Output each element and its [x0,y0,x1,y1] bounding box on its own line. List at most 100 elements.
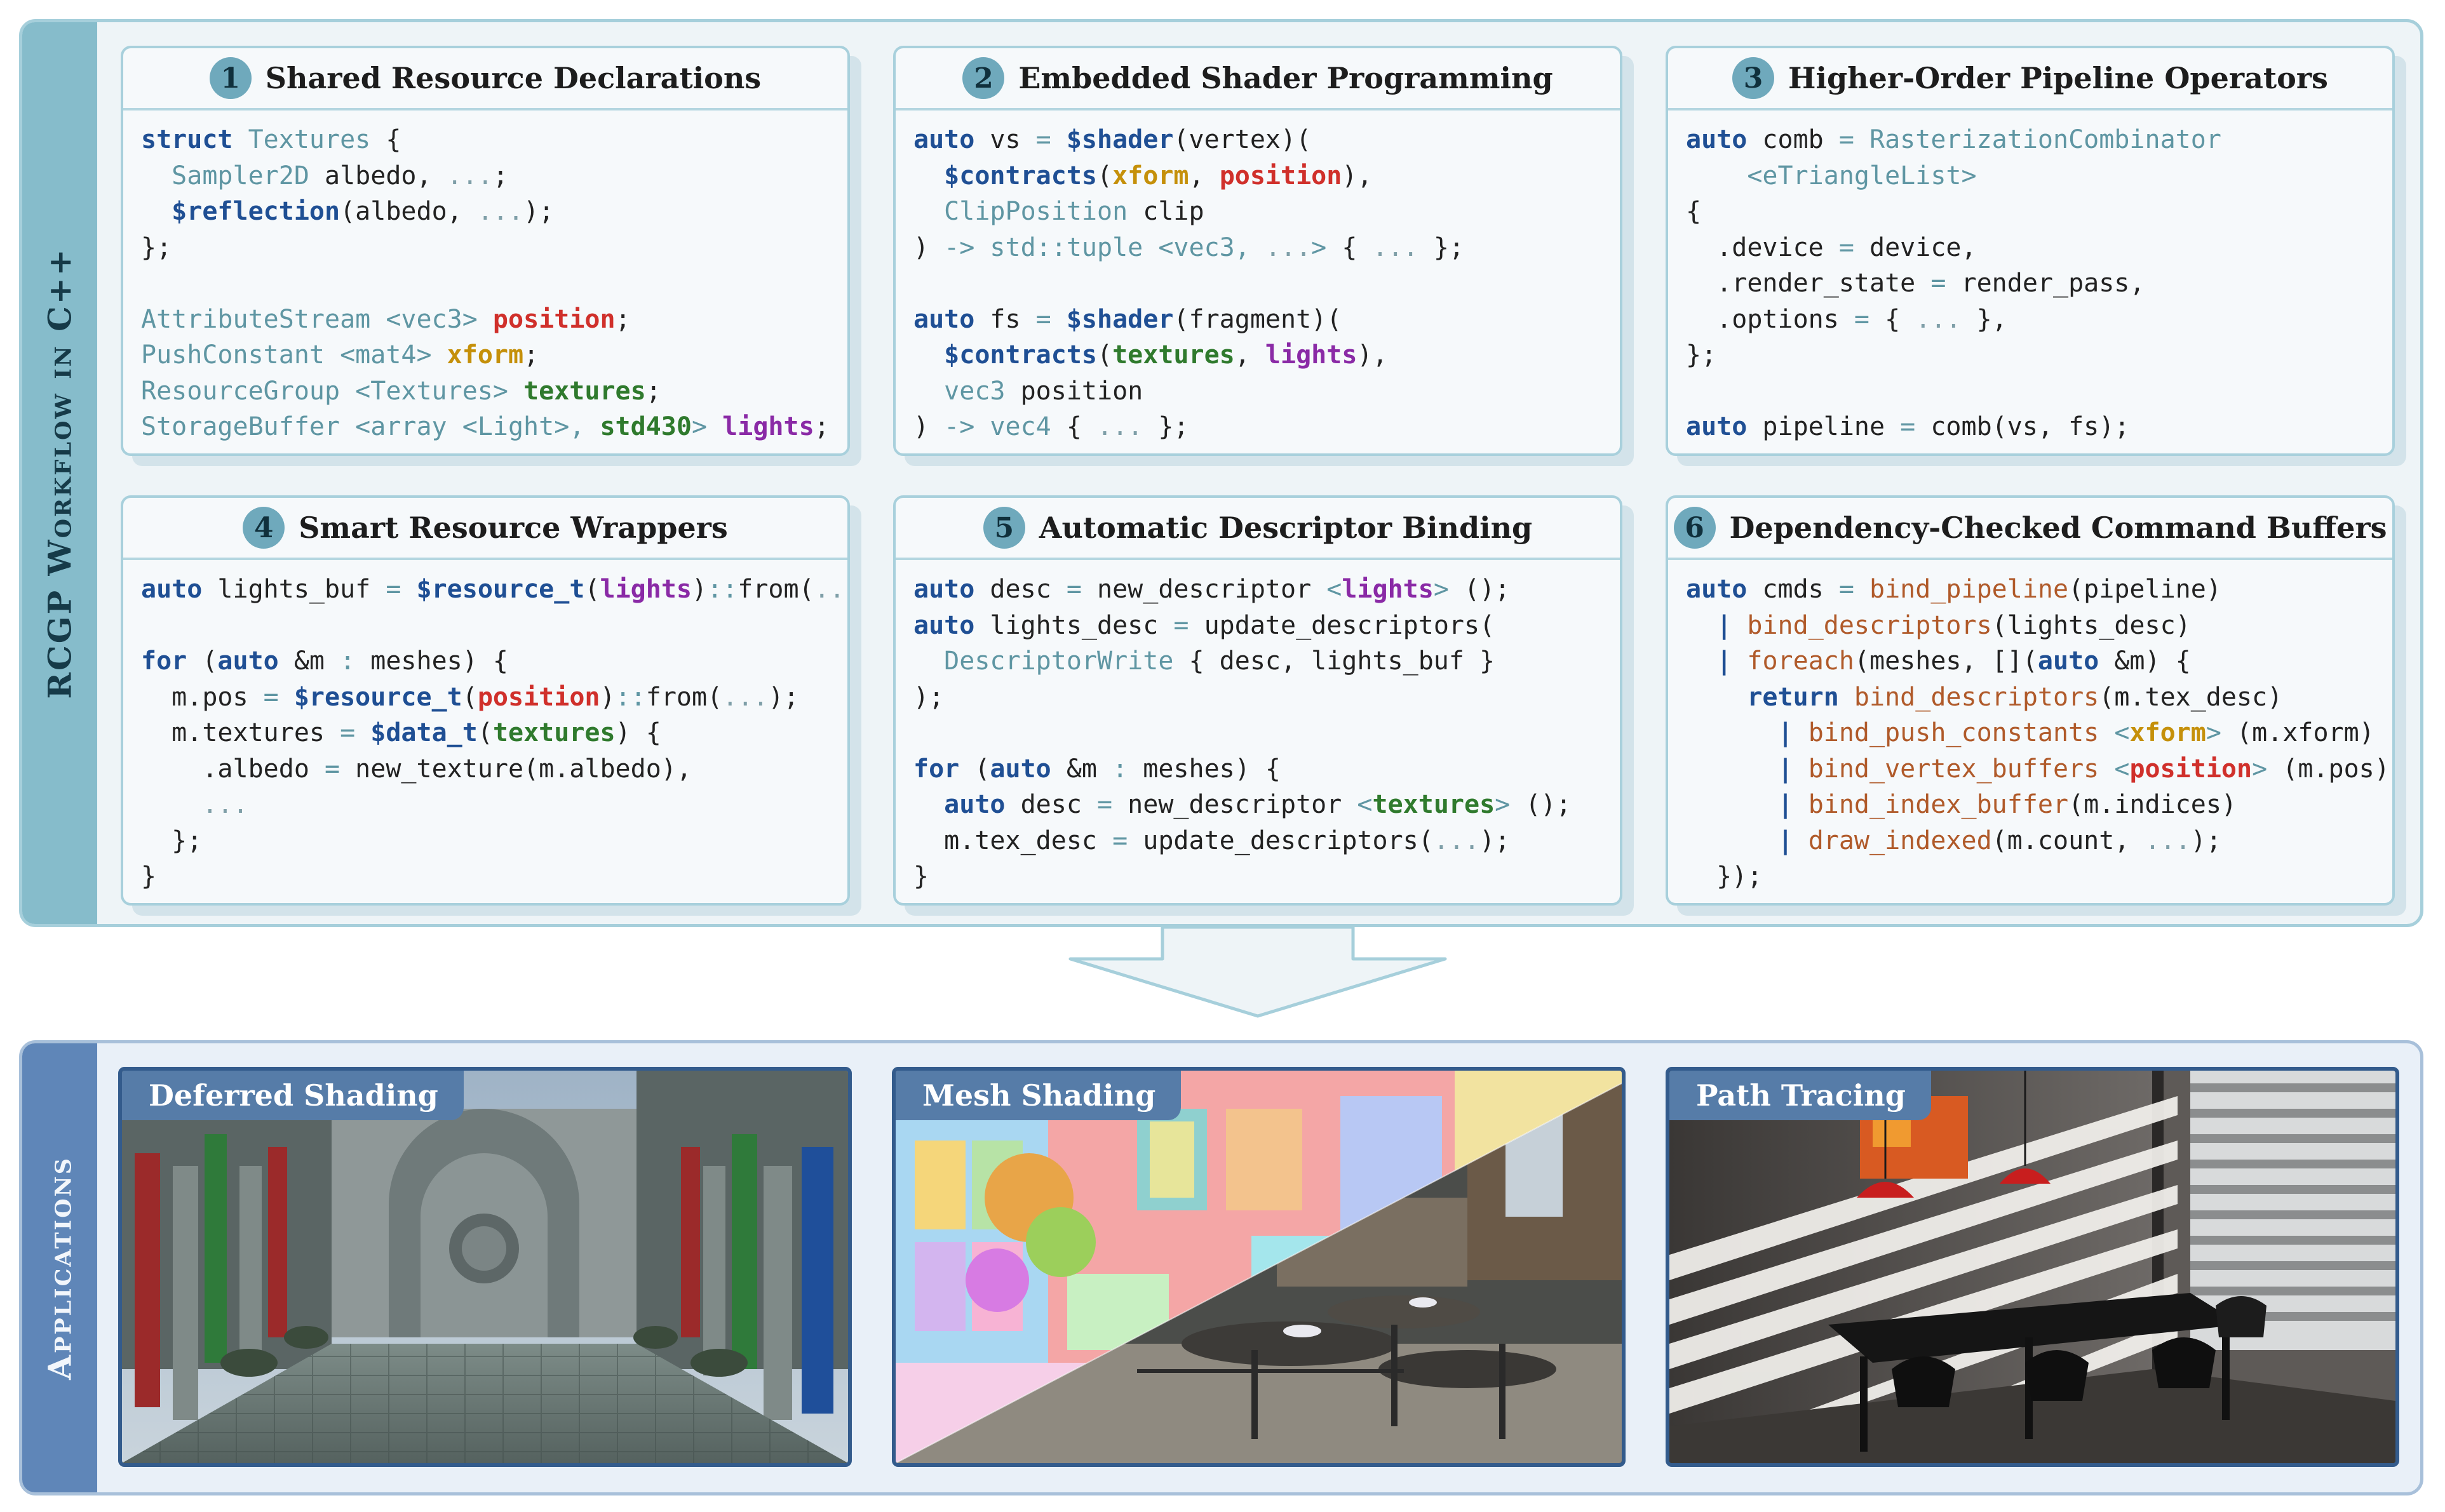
code-token: = [1173,610,1189,640]
code-token: bind_vertex_buffers [1808,754,2099,784]
code-line: auto vs = $shader(vertex)( [913,122,1620,158]
code-line: { [1686,194,2392,230]
code-token: &m) { [2099,646,2191,676]
code-token: = [340,718,356,747]
code-line: AttributeStream <vec3> position; [141,302,847,338]
code-token: ); [2190,826,2221,855]
code-token: $contracts [944,161,1097,191]
code-token: = [1035,125,1051,154]
code-token: ... [202,790,248,819]
code-token: = [1097,790,1113,819]
code-line: struct Textures { [141,122,847,158]
code-token: > [1311,232,1327,262]
code-token: bind_pipeline [1869,575,2069,604]
code-token: ; [645,376,661,406]
card-title: Embedded Shader Programming [1018,61,1553,95]
code-token: (fragment)( [1173,304,1342,334]
code-line: } [141,859,847,895]
code-token: bind_push_constants [1808,718,2099,747]
code-token: | [1716,646,1732,676]
code-token: from( [738,575,814,604]
bistro-render-image [896,1071,1622,1463]
code-token: for [913,754,960,784]
step-number-badge: 6 [1673,507,1716,549]
code-line: vec3 position [913,373,1620,410]
code-token: textures [523,376,646,406]
code-token: = [1930,269,1946,298]
code-token: (albedo, [340,197,478,226]
code-token: $reflection [172,197,340,226]
code-token: bind_descriptors [1747,610,1992,640]
code-line: for (auto &m : meshes) { [141,643,847,679]
code-line: .device = device, [1686,230,2392,266]
code-line: Sampler2D albedo, ...; [141,158,847,194]
code-token: StorageBuffer <array <Light>, [141,412,600,441]
workflow-side-label: RCGP Workflow in C++ [41,247,79,699]
code-token: = [1838,575,1854,604]
code-token: > [691,412,708,441]
code-token: -> std::tuple <vec3, [944,232,1265,262]
code-token: ), [1357,340,1388,370]
code-line: ) -> std::tuple <vec3, ...> { ... }; [913,230,1620,266]
code-token: , [1234,340,1265,370]
code-token: vec3 [944,376,1006,406]
code-token: m.pos [141,682,264,712]
code-token: ) [913,412,945,441]
code-line: .options = { ... }, [1686,302,2392,338]
code-token: ); [768,682,799,712]
code-token: <eTriangleList> [1747,161,1977,191]
code-line: ClipPosition clip [913,194,1620,230]
code-token: { [1686,197,1702,226]
code-line: ResourceGroup <Textures> textures; [141,373,847,410]
code-token: auto [913,304,975,334]
code-token: $resource_t [293,682,462,712]
code-token: ... [722,682,769,712]
code-token: (meshes, []( [1854,646,2038,676]
code-line: | draw_indexed(m.count, ...); [1686,823,2392,859]
code-token: position [1219,161,1342,191]
code-token: $shader [1066,304,1174,334]
code-token: ... [1265,232,1312,262]
code-token: position [492,304,616,334]
card-title: Dependency-Checked Command Buffers [1729,511,2387,545]
code-token: DescriptorWrite [944,646,1174,676]
step-number-badge: 2 [962,57,1005,99]
code-line: StorageBuffer <array <Light>, std430> li… [141,409,847,445]
code-token: | [1777,718,1793,747]
code-line: m.pos = $resource_t(position)::from(...)… [141,679,847,716]
code-token: -> vec4 [944,412,1051,441]
code-token: }, [1961,304,2007,334]
code-token: ; [814,412,830,441]
code-token: render_pass, [1946,269,2145,298]
code-token: = [1838,125,1854,154]
code-token: ; [492,161,509,191]
code-token: : [1112,754,1128,784]
code-token: { [1869,304,1916,334]
code-token: ), [1342,161,1373,191]
code-token: position [1005,376,1143,406]
code-token: auto [141,575,203,604]
code-token: update_descriptors( [1128,826,1434,855]
code-token: = [324,754,340,784]
code-line: DescriptorWrite { desc, lights_buf } [913,643,1620,679]
code-token: desc [974,575,1067,604]
code-token: clip [1128,197,1204,226]
code-token: auto [217,646,279,676]
code-token: (m.count, [1991,826,2145,855]
code-token: ); [913,682,945,712]
code-token: comb(vs, fs); [1915,412,2130,441]
code-token: < [2114,718,2130,747]
code-token: lights_buf [202,575,386,604]
code-token: < [1326,575,1342,604]
code-token: ResourceGroup <Textures> [141,376,508,406]
code-token: xform [1112,161,1189,191]
workflow-card-1: 1 Shared Resource Declarations struct Te… [121,46,861,466]
code-token: | [1777,754,1793,784]
